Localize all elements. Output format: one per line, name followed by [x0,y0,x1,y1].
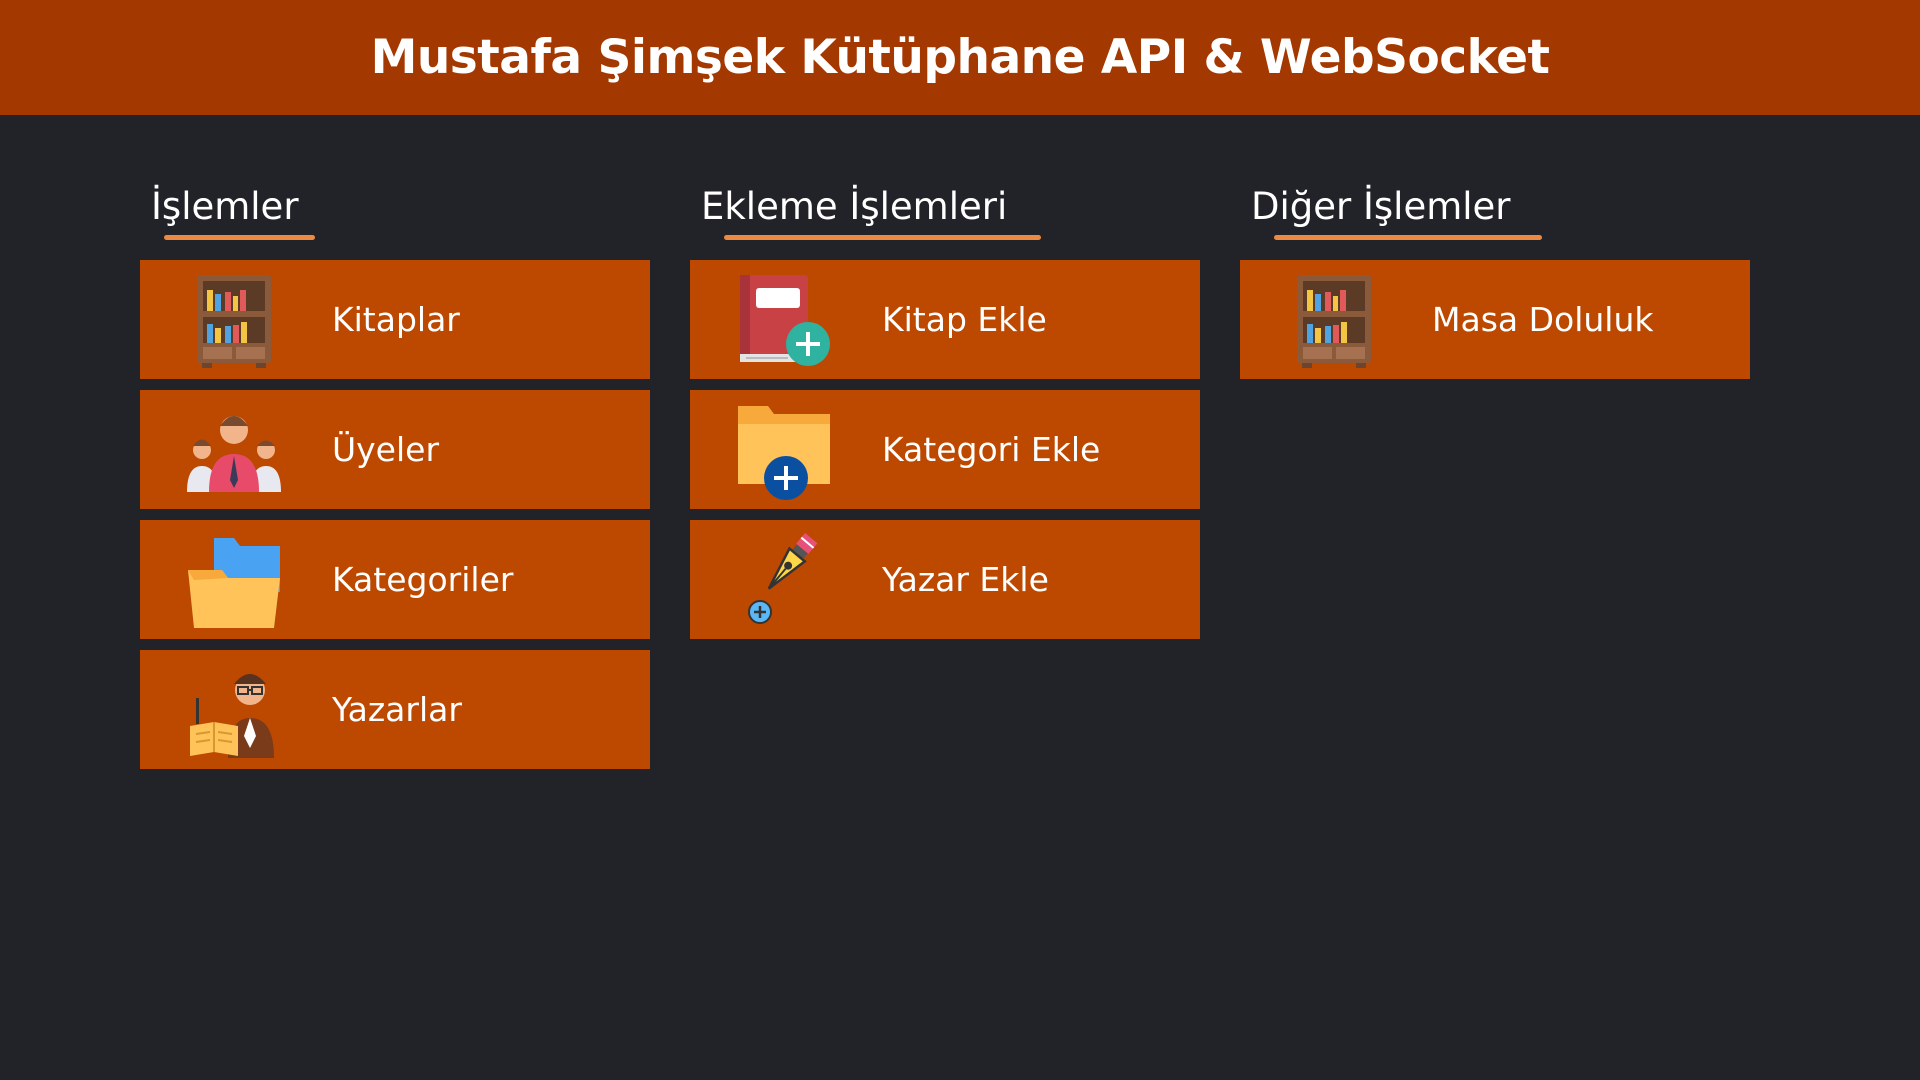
menu-card-kategori-ekle[interactable]: Kategori Ekle [690,390,1200,509]
people-group-icon [187,416,281,492]
menu-card-yazar-ekle[interactable]: Yazar Ekle [690,520,1200,639]
menu-card-kitap-ekle[interactable]: Kitap Ekle [690,260,1200,379]
menu-card-kategoriler[interactable]: Kategoriler [140,520,650,639]
app-header: Mustafa Şimşek Kütüphane API & WebSocket [0,0,1920,115]
menu-card-label: Yazarlar [332,690,462,729]
pen-add-icon [748,532,818,624]
author-reading-icon [190,674,274,758]
section-title: İşlemler [151,185,299,228]
menu-card-label: Yazar Ekle [882,560,1049,599]
section-title-underline [1274,235,1542,240]
folder-add-icon [738,406,830,500]
menu-columns: İşlemler Kitaplar Üyeler Kategoriler Yaz… [0,115,1920,1080]
page-title: Mustafa Şimşek Kütüphane API & WebSocket [370,30,1550,85]
menu-card-yazarlar[interactable]: Yazarlar [140,650,650,769]
book-add-icon [740,275,830,366]
menu-card-label: Masa Doluluk [1432,300,1654,339]
bookshelf-icon [1297,275,1371,368]
section-title: Ekleme İşlemleri [701,185,1008,228]
section-title: Diğer İşlemler [1251,185,1511,228]
menu-card-label: Kategoriler [332,560,514,599]
menu-card-label: Üyeler [332,430,440,469]
menu-card-uyeler[interactable]: Üyeler [140,390,650,509]
menu-card-label: Kitaplar [332,300,460,339]
bookshelf-icon [197,275,271,368]
section-title-underline [724,235,1041,240]
menu-card-label: Kategori Ekle [882,430,1101,469]
menu-card-kitaplar[interactable]: Kitaplar [140,260,650,379]
folder-icon [188,538,280,628]
menu-card-masa-doluluk[interactable]: Masa Doluluk [1240,260,1750,379]
section-title-underline [164,235,315,240]
menu-card-label: Kitap Ekle [882,300,1047,339]
